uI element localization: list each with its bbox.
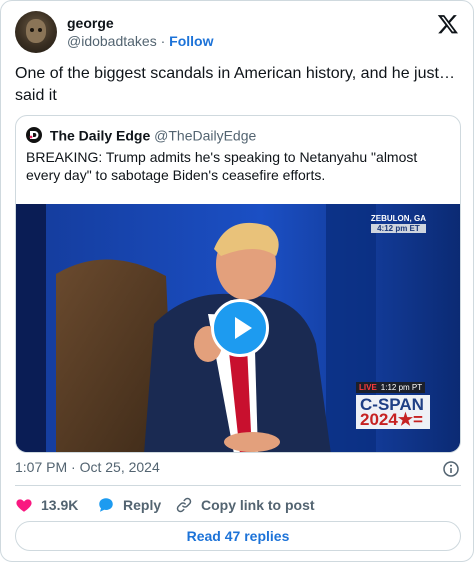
tweet-text: One of the biggest scandals in American … (15, 65, 455, 104)
quoted-author-handle[interactable]: @TheDailyEdge (154, 127, 256, 143)
quoted-tweet[interactable]: The Daily Edge @TheDailyEdge BREAKING: T… (15, 115, 461, 453)
tweet-date: Oct 25, 2024 (79, 459, 160, 475)
location-time: 4:12 pm ET (370, 224, 426, 233)
like-count: 13.9K (41, 497, 79, 513)
location-overlay: ZEBULON, GA 4:12 pm ET (370, 214, 426, 233)
reply-button[interactable]: Reply (97, 494, 161, 516)
live-label: LIVE (359, 383, 377, 392)
avatar-face (26, 19, 46, 43)
reply-label: Reply (123, 497, 162, 513)
author-name[interactable]: george (67, 15, 114, 31)
avatar-eye (30, 28, 34, 32)
avatar[interactable] (15, 11, 57, 53)
quoted-tweet-text: BREAKING: Trump admits he's speaking to … (26, 149, 418, 183)
video-player[interactable]: ZEBULON, GA 4:12 pm ET LIVE 1:12 pm PT C-… (16, 204, 460, 452)
location-label: ZEBULON, GA (370, 214, 426, 223)
copy-link-button[interactable]: Copy link to post (175, 494, 315, 516)
quoted-tweet-header: The Daily Edge @TheDailyEdge (26, 126, 256, 144)
cspan-overlay: LIVE 1:12 pm PT C-SPAN 2024★= (356, 382, 430, 429)
read-replies-button[interactable]: Read 47 replies (15, 521, 461, 551)
tweet-timestamp[interactable]: 1:07 PM · Oct 25, 2024 (15, 459, 160, 475)
divider (15, 485, 461, 486)
live-badge: LIVE 1:12 pm PT (356, 382, 426, 393)
separator-dot: · (160, 33, 166, 49)
info-icon[interactable] (443, 461, 459, 477)
tweet-card: george @idobadtakes · Follow One of the … (0, 0, 474, 562)
network-year: 2024★= (360, 410, 423, 429)
link-icon (176, 497, 192, 513)
follow-button[interactable]: Follow (169, 33, 213, 49)
play-icon[interactable] (211, 299, 269, 357)
separator-dot: · (71, 459, 76, 475)
daily-edge-logo-icon (26, 127, 42, 144)
live-time: 1:12 pm PT (380, 383, 423, 392)
cspan-logo: C-SPAN 2024★= (356, 395, 430, 429)
author-handle-line: @idobadtakes · Follow (67, 33, 214, 49)
avatar-eye (38, 28, 42, 32)
quoted-author-name[interactable]: The Daily Edge (50, 127, 150, 143)
heart-icon (16, 499, 32, 512)
action-bar: 13.9K Reply Copy link to post (15, 494, 461, 516)
tweet-time: 1:07 PM (15, 459, 68, 475)
author-handle[interactable]: @idobadtakes (67, 33, 157, 49)
tweet-header: george @idobadtakes · Follow (15, 11, 461, 55)
reply-bubble-icon (99, 498, 113, 512)
like-button[interactable]: 13.9K (15, 494, 78, 516)
x-logo-icon[interactable] (437, 13, 459, 35)
copy-link-label: Copy link to post (201, 497, 315, 513)
